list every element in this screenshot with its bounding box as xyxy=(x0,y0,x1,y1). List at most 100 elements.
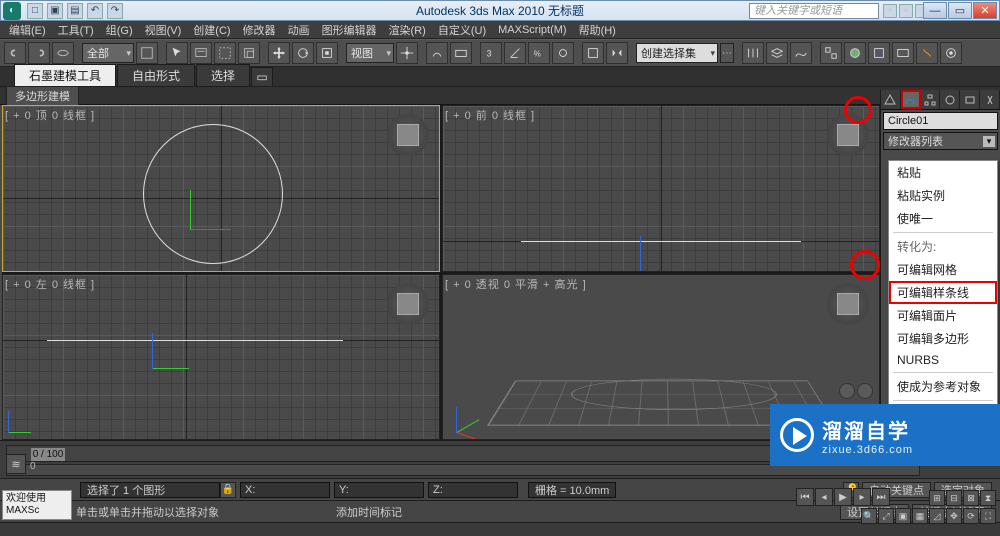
ctx-paste-instance[interactable]: 粘贴实例 xyxy=(889,184,997,207)
viewport-left[interactable]: [ + 0 左 0 线框 ] xyxy=(2,274,440,441)
max-viewport-icon[interactable]: ⛶ xyxy=(980,508,996,524)
modifier-list-dropdown[interactable]: 修改器列表 xyxy=(883,132,998,150)
move-icon[interactable] xyxy=(268,42,290,64)
align-icon[interactable] xyxy=(742,42,764,64)
ctx-make-reference[interactable]: 使成为参考对象 xyxy=(889,375,997,398)
layers-icon[interactable] xyxy=(766,42,788,64)
viewport-top[interactable]: [ + 0 顶 0 线框 ] xyxy=(2,105,440,272)
play-icon[interactable]: ▶ xyxy=(834,488,852,506)
cmd-tab-motion-icon[interactable] xyxy=(940,90,960,109)
ctx-make-unique[interactable]: 使唯一 xyxy=(889,207,997,230)
ribbon-tab-graphite[interactable]: 石墨建模工具 xyxy=(14,64,116,86)
menu-edit[interactable]: 编辑(E) xyxy=(4,21,51,39)
viewcube-icon[interactable] xyxy=(827,283,869,325)
named-selection-clear[interactable]: ⋯ xyxy=(720,43,734,63)
material-editor-icon[interactable] xyxy=(844,42,866,64)
zoom-extents-all-icon[interactable]: ▦ xyxy=(912,508,928,524)
viewport-front[interactable]: [ + 0 前 0 线框 ] xyxy=(442,105,880,272)
ctx-convert-nurbs[interactable]: NURBS xyxy=(889,350,997,370)
cmd-tab-modify-icon[interactable] xyxy=(901,90,921,109)
window-crossing-icon[interactable] xyxy=(238,42,260,64)
link-icon[interactable] xyxy=(4,42,26,64)
render-setup-icon[interactable] xyxy=(868,42,890,64)
viewport-label[interactable]: [ + 0 左 0 线框 ] xyxy=(5,276,95,292)
scale-icon[interactable] xyxy=(316,42,338,64)
coord-y-input[interactable]: Y: xyxy=(334,482,424,498)
render-icon[interactable] xyxy=(940,42,962,64)
open-mini-curve-editor-icon[interactable]: ≋ xyxy=(6,454,26,474)
add-time-tag[interactable]: 添加时间标记 xyxy=(336,504,456,520)
manipulate-icon[interactable] xyxy=(426,42,448,64)
menu-views[interactable]: 视图(V) xyxy=(140,21,187,39)
next-frame-icon[interactable]: ▸ xyxy=(853,488,871,506)
bind-icon[interactable] xyxy=(52,42,74,64)
zoom-icon[interactable]: 🔍 xyxy=(861,508,877,524)
select-object-icon[interactable] xyxy=(166,42,188,64)
menu-customize[interactable]: 自定义(U) xyxy=(433,21,491,39)
viewport-label[interactable]: [ + 0 顶 0 线框 ] xyxy=(5,107,95,123)
snap-icon[interactable]: 3 xyxy=(480,42,502,64)
quick-render-icon[interactable] xyxy=(916,42,938,64)
viewport-label[interactable]: [ + 0 前 0 线框 ] xyxy=(445,107,535,123)
time-config-icon[interactable]: ⧗ xyxy=(980,490,996,506)
viewcube-icon[interactable] xyxy=(387,283,429,325)
menu-render[interactable]: 渲染(R) xyxy=(384,21,431,39)
new-icon[interactable]: □ xyxy=(27,3,43,19)
ctx-paste[interactable]: 粘贴 xyxy=(889,161,997,184)
zoom-all-icon[interactable]: ⤢ xyxy=(878,508,894,524)
comm-center-icon[interactable]: ⊠ xyxy=(963,490,979,506)
coord-z-input[interactable]: Z: xyxy=(428,482,518,498)
open-icon[interactable]: ▣ xyxy=(47,3,63,19)
menu-help[interactable]: 帮助(H) xyxy=(574,21,621,39)
ribbon-panel-polymodeling[interactable]: 多边形建模 xyxy=(6,86,79,106)
percent-snap-icon[interactable]: % xyxy=(528,42,550,64)
ribbon-expand-icon[interactable]: ▭ xyxy=(251,67,273,86)
menu-maxscript[interactable]: MAXScript(M) xyxy=(493,23,571,37)
goto-end-icon[interactable]: ⏭ xyxy=(872,488,890,506)
favorite-icon[interactable]: ★ xyxy=(899,4,913,18)
unlink-icon[interactable] xyxy=(28,42,50,64)
cmd-tab-hierarchy-icon[interactable] xyxy=(921,90,941,109)
select-name-icon[interactable] xyxy=(190,42,212,64)
mirror-icon[interactable] xyxy=(606,42,628,64)
ctx-convert-spline[interactable]: 可编辑样条线 xyxy=(889,281,997,304)
info-center-icon[interactable]: ✦ xyxy=(883,4,897,18)
cmd-tab-create-icon[interactable] xyxy=(881,90,901,109)
menu-group[interactable]: 组(G) xyxy=(101,21,138,39)
spinner-snap-icon[interactable] xyxy=(552,42,574,64)
cmd-tab-utilities-icon[interactable] xyxy=(980,90,1000,109)
maxscript-listener[interactable]: 欢迎使用 MAXSc xyxy=(2,490,72,520)
select-region-icon[interactable] xyxy=(214,42,236,64)
pivot-icon[interactable] xyxy=(396,42,418,64)
menu-create[interactable]: 创建(C) xyxy=(188,21,235,39)
app-icon[interactable]: ◐ xyxy=(3,2,21,20)
schematic-icon[interactable] xyxy=(820,42,842,64)
menu-graph[interactable]: 图形编辑器 xyxy=(317,21,382,39)
orbit-icon[interactable]: ⟳ xyxy=(963,508,979,524)
ribbon-tab-freeform[interactable]: 自由形式 xyxy=(117,64,195,86)
window-close-button[interactable]: ✕ xyxy=(973,2,997,19)
redo-icon[interactable]: ↷ xyxy=(107,3,123,19)
undo-icon[interactable]: ↶ xyxy=(87,3,103,19)
ref-coord-dropdown[interactable]: 视图 xyxy=(346,43,394,63)
ribbon-tab-selection[interactable]: 选择 xyxy=(196,64,250,86)
steering-wheel[interactable] xyxy=(839,383,873,399)
xform-type-icon[interactable]: ⊟ xyxy=(946,490,962,506)
selection-set-dropdown[interactable]: 全部 xyxy=(82,43,134,63)
frame-indicator[interactable]: 0 / 100 xyxy=(31,448,65,461)
ctx-convert-poly[interactable]: 可编辑多边形 xyxy=(889,327,997,350)
ctx-convert-patch[interactable]: 可编辑面片 xyxy=(889,304,997,327)
window-minimize-button[interactable]: — xyxy=(923,2,947,19)
render-frame-icon[interactable] xyxy=(892,42,914,64)
goto-start-icon[interactable]: ⏮ xyxy=(796,488,814,506)
rotate-icon[interactable] xyxy=(292,42,314,64)
viewcube-icon[interactable] xyxy=(827,114,869,156)
viewport-label[interactable]: [ + 0 透视 0 平滑 + 高光 ] xyxy=(445,276,587,292)
object-name-input[interactable]: Circle01 xyxy=(883,112,998,130)
prev-frame-icon[interactable]: ◂ xyxy=(815,488,833,506)
menu-animation[interactable]: 动画 xyxy=(283,21,315,39)
zoom-extents-icon[interactable]: ▣ xyxy=(895,508,911,524)
cmd-tab-display-icon[interactable] xyxy=(960,90,980,109)
pan-icon[interactable]: ✥ xyxy=(946,508,962,524)
angle-snap-icon[interactable] xyxy=(504,42,526,64)
